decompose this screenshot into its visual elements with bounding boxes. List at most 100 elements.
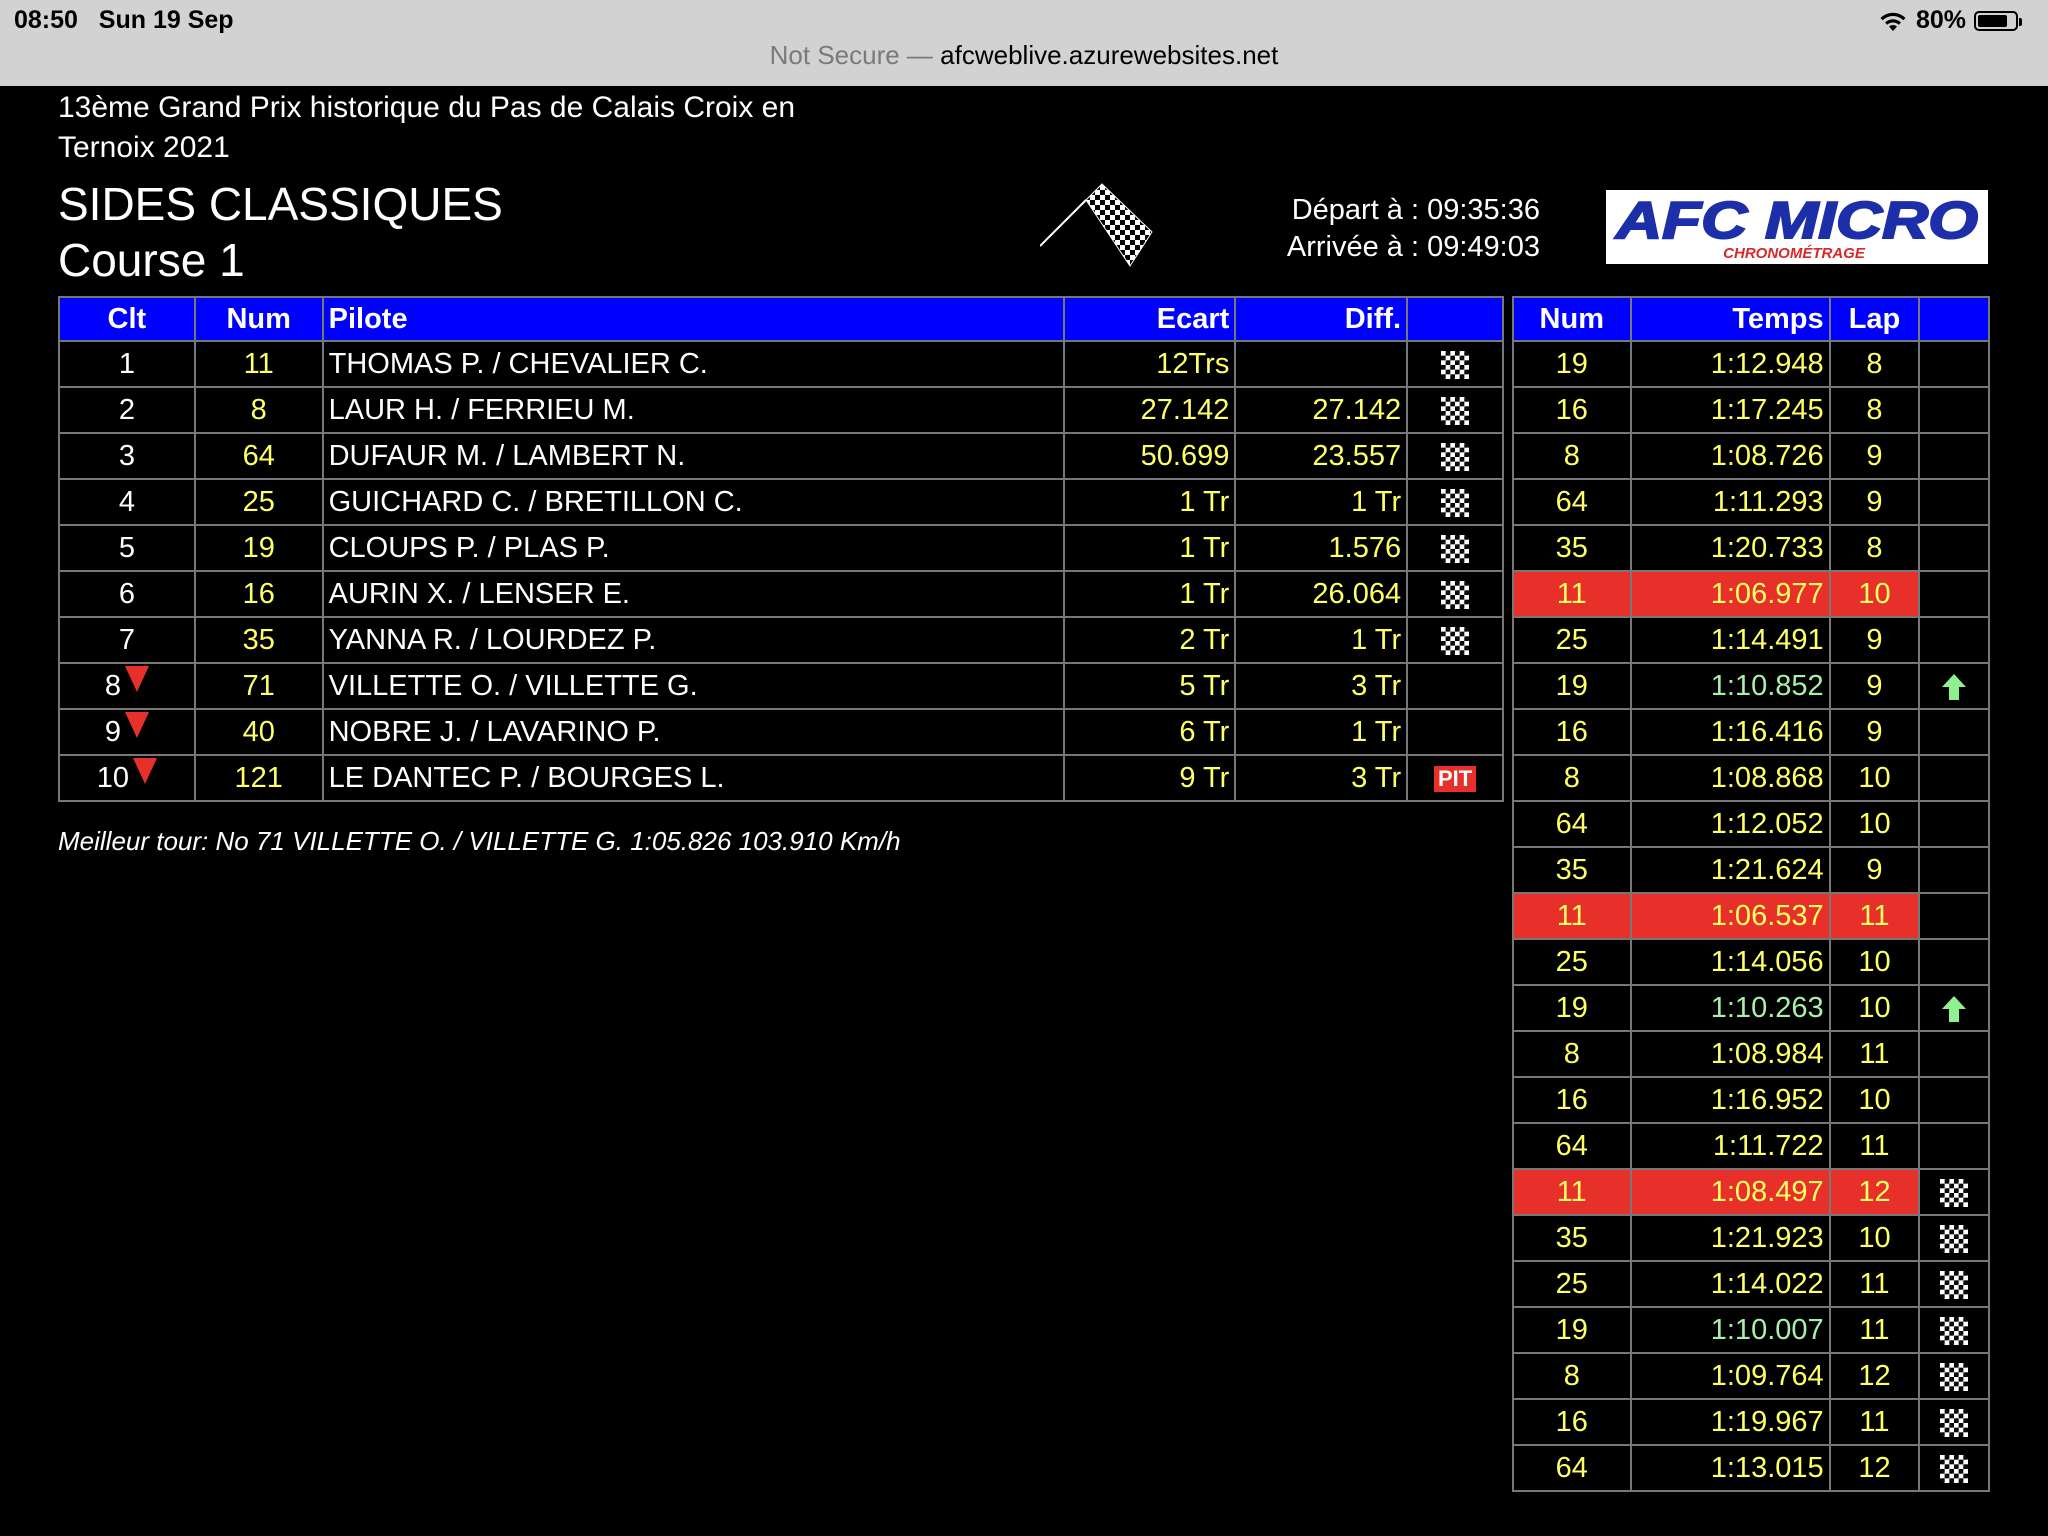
clt-cell: 8 — [58, 662, 196, 710]
lap-num-cell: 16 — [1512, 708, 1632, 756]
table-row[interactable]: 1 11 THOMAS P. / CHEVALIER C. 12Trs — [58, 340, 1504, 388]
lap-row[interactable]: 35 1:21.923 10 — [1512, 1214, 1990, 1262]
lap-row[interactable]: 8 1:09.764 12 — [1512, 1352, 1990, 1400]
lap-mark-cell — [1918, 846, 1990, 894]
lap-num-cell: 64 — [1512, 1122, 1632, 1170]
table-row[interactable]: 8 71 VILLETTE O. / VILLETTE G. 5 Tr 3 Tr — [58, 662, 1504, 710]
lap-mark-cell — [1918, 1306, 1990, 1354]
lap-mark-cell — [1918, 1444, 1990, 1492]
lap-row[interactable]: 35 1:20.733 8 — [1512, 524, 1990, 572]
lap-row[interactable]: 25 1:14.491 9 — [1512, 616, 1990, 664]
lap-time-cell: 1:16.416 — [1629, 708, 1831, 756]
lap-row[interactable]: 8 1:08.726 9 — [1512, 432, 1990, 480]
clt-cell: 2 — [58, 386, 196, 434]
lap-row[interactable]: 35 1:21.624 9 — [1512, 846, 1990, 894]
clt-cell: 10 — [58, 754, 196, 802]
diff-cell: 3 Tr — [1234, 754, 1409, 802]
table-row[interactable]: 5 19 CLOUPS P. / PLAS P. 1 Tr 1.576 — [58, 524, 1504, 572]
num-cell: 64 — [193, 432, 324, 480]
col-ecart[interactable]: Ecart — [1062, 296, 1237, 342]
race-times: Départ à : 09:35:36 Arrivée à : 09:49:03 — [1150, 192, 1540, 266]
url-text: afcweblive.azurewebsites.net — [940, 40, 1279, 70]
lap-row[interactable]: 64 1:11.722 11 — [1512, 1122, 1990, 1170]
lap-row[interactable]: 11 1:06.537 11 — [1512, 892, 1990, 940]
lap-count-cell: 11 — [1828, 1030, 1921, 1078]
lap-count-cell: 10 — [1828, 984, 1921, 1032]
status-cell: PIT — [1406, 754, 1504, 802]
not-secure-label: Not Secure — — [769, 40, 941, 70]
table-row[interactable]: 9 40 NOBRE J. / LAVARINO P. 6 Tr 1 Tr — [58, 708, 1504, 756]
pilote-cell: LAUR H. / FERRIEU M. — [321, 386, 1065, 434]
lap-num-cell: 64 — [1512, 1444, 1632, 1492]
lap-row[interactable]: 19 1:12.948 8 — [1512, 340, 1990, 388]
col-clt[interactable]: Clt — [58, 296, 196, 342]
col-diff[interactable]: Diff. — [1234, 296, 1409, 342]
lap-row[interactable]: 64 1:12.052 10 — [1512, 800, 1990, 848]
lap-row[interactable]: 8 1:08.984 11 — [1512, 1030, 1990, 1078]
lap-row[interactable]: 25 1:14.022 11 — [1512, 1260, 1990, 1308]
lap-row[interactable]: 64 1:13.015 12 — [1512, 1444, 1990, 1492]
lap-row[interactable]: 8 1:08.868 10 — [1512, 754, 1990, 802]
lap-row[interactable]: 64 1:11.293 9 — [1512, 478, 1990, 526]
col-lap-num[interactable]: Num — [1512, 296, 1632, 342]
lap-row[interactable]: 11 1:08.497 12 — [1512, 1168, 1990, 1216]
lap-row[interactable]: 19 1:10.263 10 — [1512, 984, 1990, 1032]
lap-row[interactable]: 19 1:10.007 11 — [1512, 1306, 1990, 1354]
lap-row[interactable]: 16 1:16.416 9 — [1512, 708, 1990, 756]
lap-time-cell: 1:08.726 — [1629, 432, 1831, 480]
lap-time-cell: 1:09.764 — [1629, 1352, 1831, 1400]
lap-mark-cell — [1918, 1260, 1990, 1308]
lap-count-cell: 9 — [1828, 708, 1921, 756]
laps-table: Num Temps Lap 19 1:12.948 8 16 1:17.245 8 8 1:0… — [1512, 296, 1990, 1492]
lap-num-cell: 8 — [1512, 432, 1632, 480]
lap-time-cell: 1:11.722 — [1629, 1122, 1831, 1170]
lap-row[interactable]: 16 1:19.967 11 — [1512, 1398, 1990, 1446]
table-row[interactable]: 10 121 LE DANTEC P. / BOURGES L. 9 Tr 3 Tr PI… — [58, 754, 1504, 802]
battery-percent: 80% — [1915, 6, 1966, 34]
lap-mark-cell — [1918, 1030, 1990, 1078]
lap-row[interactable]: 16 1:16.952 10 — [1512, 1076, 1990, 1124]
lap-count-cell: 11 — [1828, 892, 1921, 940]
lap-num-cell: 19 — [1512, 984, 1632, 1032]
results-header-row: Clt Num Pilote Ecart Diff. — [58, 296, 1504, 342]
col-pilote[interactable]: Pilote — [321, 296, 1065, 342]
finish-flag-icon — [1940, 1454, 1969, 1483]
col-temps[interactable]: Temps — [1629, 296, 1831, 342]
lap-row[interactable]: 11 1:06.977 10 — [1512, 570, 1990, 618]
lap-num-cell: 64 — [1512, 800, 1632, 848]
num-cell: 25 — [193, 478, 324, 526]
lap-row[interactable]: 25 1:14.056 10 — [1512, 938, 1990, 986]
logo-main-text: AFC MICRO — [1614, 192, 1978, 250]
position-down-icon — [133, 757, 158, 784]
table-row[interactable]: 4 25 GUICHARD C. / BRETILLON C. 1 Tr 1 Tr — [58, 478, 1504, 526]
status-cell — [1406, 386, 1504, 434]
lap-time-cell: 1:14.491 — [1629, 616, 1831, 664]
lap-mark-cell — [1918, 938, 1990, 986]
address-bar[interactable]: Not Secure — afcweblive.azurewebsites.ne… — [0, 40, 2048, 71]
table-row[interactable]: 6 16 AURIN X. / LENSER E. 1 Tr 26.064 — [58, 570, 1504, 618]
lap-time-cell: 1:10.852 — [1629, 662, 1831, 710]
table-row[interactable]: 7 35 YANNA R. / LOURDEZ P. 2 Tr 1 Tr — [58, 616, 1504, 664]
ecart-cell: 6 Tr — [1062, 708, 1237, 756]
lap-row[interactable]: 16 1:17.245 8 — [1512, 386, 1990, 434]
lap-time-cell: 1:21.624 — [1629, 846, 1831, 894]
lap-count-cell: 10 — [1828, 938, 1921, 986]
status-time: 08:50 Sun 19 Sep — [14, 6, 234, 34]
depart-time: Départ à : 09:35:36 — [1291, 194, 1540, 226]
table-row[interactable]: 2 8 LAUR H. / FERRIEU M. 27.142 27.142 — [58, 386, 1504, 434]
lap-row[interactable]: 19 1:10.852 9 — [1512, 662, 1990, 710]
finish-flag-icon — [1940, 1178, 1969, 1207]
lap-count-cell: 11 — [1828, 1306, 1921, 1354]
lap-mark-cell — [1918, 616, 1990, 664]
finish-flag-icon — [1441, 396, 1470, 425]
ecart-cell: 1 Tr — [1062, 570, 1237, 618]
lap-count-cell: 8 — [1828, 524, 1921, 572]
table-row[interactable]: 3 64 DUFAUR M. / LAMBERT N. 50.699 23.557 — [58, 432, 1504, 480]
col-num[interactable]: Num — [193, 296, 324, 342]
clt-cell: 1 — [58, 340, 196, 388]
col-lap[interactable]: Lap — [1828, 296, 1921, 342]
position-down-icon — [124, 711, 149, 738]
lap-mark-cell — [1918, 984, 1990, 1032]
diff-cell: 1 Tr — [1234, 708, 1409, 756]
lap-num-cell: 19 — [1512, 340, 1632, 388]
